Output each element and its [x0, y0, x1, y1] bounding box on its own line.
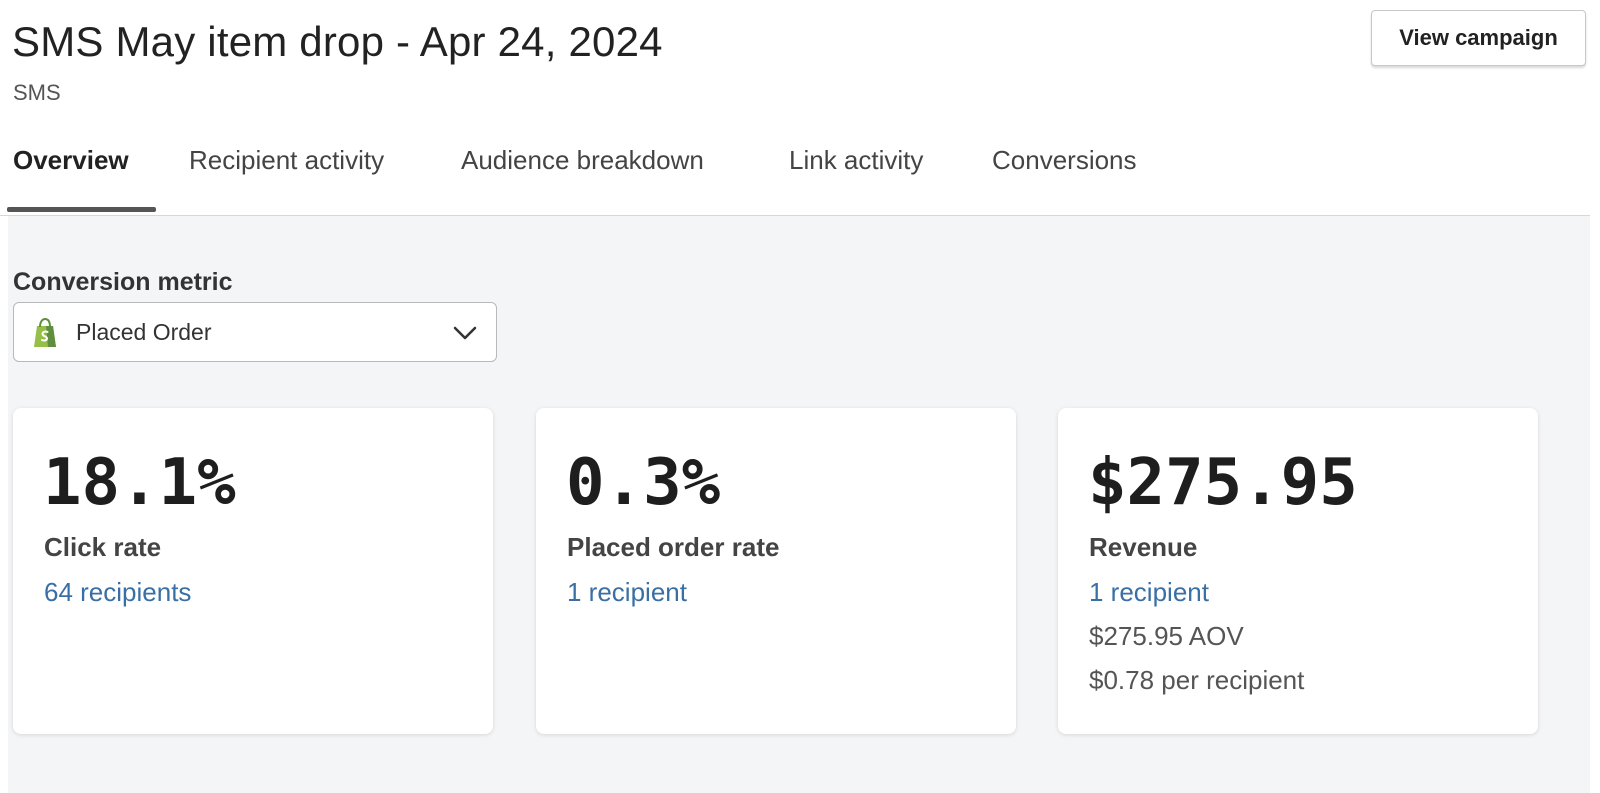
tab-overview[interactable]: Overview: [13, 145, 129, 176]
click-rate-card: 18.1% Click rate 64 recipients: [13, 408, 493, 734]
report-tabs: Overview Recipient activity Audience bre…: [0, 135, 1590, 216]
revenue-aov: $275.95 AOV: [1089, 621, 1244, 651]
conversion-metric-select[interactable]: Placed Order: [13, 302, 497, 362]
page-header: SMS May item drop - Apr 24, 2024 SMS Vie…: [0, 0, 1600, 216]
chevron-down-icon: [453, 326, 477, 340]
placed-order-recipients-link[interactable]: 1 recipient: [567, 577, 687, 608]
overview-panel: Conversion metric Placed Order 18.1% Cli…: [8, 216, 1590, 793]
tab-audience-breakdown[interactable]: Audience breakdown: [461, 145, 704, 176]
click-rate-recipients-link[interactable]: 64 recipients: [44, 577, 191, 608]
revenue-recipients-link[interactable]: 1 recipient: [1089, 577, 1209, 608]
click-rate-label: Click rate: [44, 532, 162, 562]
revenue-per-recipient: $0.78 per recipient: [1089, 665, 1305, 695]
placed-order-rate-label: Placed order rate: [567, 532, 780, 562]
view-campaign-button[interactable]: View campaign: [1371, 10, 1586, 66]
shopify-bag-icon: [34, 318, 56, 347]
channel-subtitle: SMS: [13, 80, 61, 105]
revenue-card: $275.95 Revenue 1 recipient $275.95 AOV …: [1058, 408, 1538, 734]
revenue-label: Revenue: [1089, 532, 1198, 562]
click-rate-value: 18.1%: [43, 446, 236, 520]
tab-conversions[interactable]: Conversions: [992, 145, 1137, 176]
revenue-value: $275.95: [1088, 446, 1358, 520]
active-tab-indicator: [7, 207, 156, 212]
tab-link-activity[interactable]: Link activity: [789, 145, 923, 176]
campaign-report-page: SMS May item drop - Apr 24, 2024 SMS Vie…: [0, 0, 1600, 793]
page-title: SMS May item drop - Apr 24, 2024: [12, 18, 663, 65]
placed-order-rate-card: 0.3% Placed order rate 1 recipient: [536, 408, 1016, 734]
placed-order-rate-value: 0.3%: [566, 446, 721, 520]
tab-recipient-activity[interactable]: Recipient activity: [189, 145, 384, 176]
conversion-metric-label: Conversion metric: [13, 268, 233, 296]
conversion-metric-value: Placed Order: [76, 319, 212, 345]
